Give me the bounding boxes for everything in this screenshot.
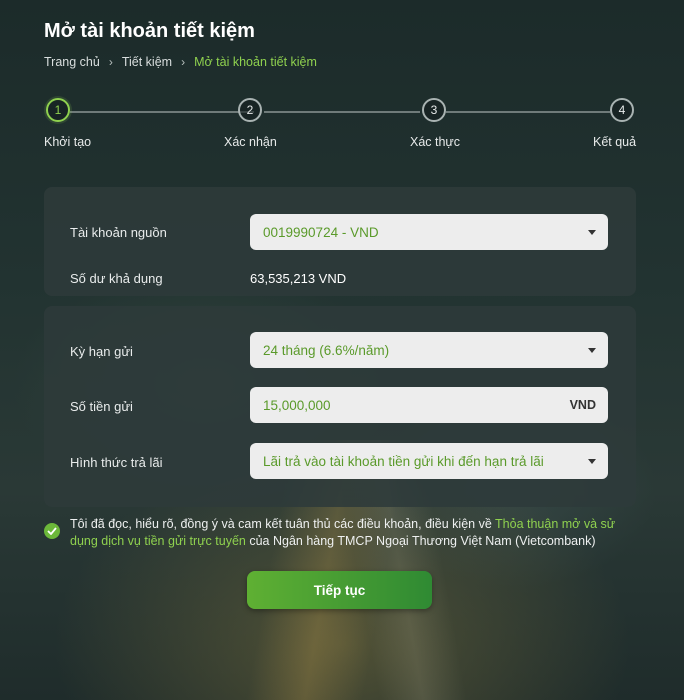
step-2-label: Xác nhận bbox=[224, 135, 277, 149]
step-4-indicator: 4 bbox=[610, 98, 634, 122]
breadcrumb: Trang chủ › Tiết kiệm › Mở tài khoản tiế… bbox=[44, 55, 317, 69]
amount-label: Số tiền gửi bbox=[70, 399, 133, 414]
interest-method-label: Hình thức trả lãi bbox=[70, 455, 163, 470]
step-4-label: Kết quả bbox=[593, 135, 637, 149]
step-1-label: Khởi tạo bbox=[44, 135, 92, 149]
breadcrumb-separator-icon: › bbox=[181, 55, 186, 69]
step-connector bbox=[264, 111, 420, 113]
checkmark-icon bbox=[47, 527, 57, 535]
breadcrumb-current: Mở tài khoản tiết kiệm bbox=[194, 55, 317, 69]
step-connector bbox=[446, 111, 610, 113]
breadcrumb-savings-link[interactable]: Tiết kiệm bbox=[122, 55, 172, 69]
agreement-text: Tôi đã đọc, hiểu rõ, đồng ý và cam kết t… bbox=[70, 516, 636, 550]
agreement-text-before: Tôi đã đọc, hiểu rõ, đồng ý và cam kết t… bbox=[70, 517, 496, 531]
terms-agreement: Tôi đã đọc, hiểu rõ, đồng ý và cam kết t… bbox=[44, 516, 636, 550]
step-3-indicator: 3 bbox=[422, 98, 446, 122]
breadcrumb-separator-icon: › bbox=[108, 55, 113, 69]
continue-button[interactable]: Tiếp tục bbox=[247, 571, 432, 609]
deposit-details-card: Kỳ hạn gửi 24 tháng (6.6%/năm) Số tiền g… bbox=[44, 306, 636, 507]
step-connector bbox=[70, 111, 254, 113]
chevron-down-icon bbox=[588, 229, 596, 235]
term-value: 24 tháng (6.6%/năm) bbox=[263, 342, 390, 358]
amount-value: 15,000,000 bbox=[263, 397, 331, 413]
step-1-indicator: 1 bbox=[46, 98, 70, 122]
breadcrumb-home-link[interactable]: Trang chủ bbox=[44, 55, 100, 69]
source-account-label: Tài khoản nguồn bbox=[70, 225, 167, 240]
available-balance-value: 63,535,213 VND bbox=[250, 271, 347, 286]
interest-method-value: Lãi trả vào tài khoản tiền gửi khi đến h… bbox=[263, 453, 544, 469]
term-select[interactable]: 24 tháng (6.6%/năm) bbox=[250, 332, 608, 368]
amount-input[interactable]: 15,000,000 VND bbox=[250, 387, 608, 423]
step-3-label: Xác thực bbox=[410, 135, 461, 149]
page-title: Mở tài khoản tiết kiệm bbox=[44, 20, 255, 42]
source-account-value: 0019990724 - VND bbox=[263, 224, 379, 240]
term-label: Kỳ hạn gửi bbox=[70, 344, 133, 359]
step-2-indicator: 2 bbox=[238, 98, 262, 122]
agree-checkbox[interactable] bbox=[44, 523, 60, 539]
interest-method-select[interactable]: Lãi trả vào tài khoản tiền gửi khi đến h… bbox=[250, 443, 608, 479]
stepper: 1 2 3 4 Khởi tạo Xác nhận Xác thực Kết q… bbox=[44, 98, 636, 158]
source-account-card: Tài khoản nguồn 0019990724 - VND Số dư k… bbox=[44, 187, 636, 296]
agreement-text-after: của Ngân hàng TMCP Ngoại Thương Việt Nam… bbox=[245, 534, 596, 548]
source-account-select[interactable]: 0019990724 - VND bbox=[250, 214, 608, 250]
chevron-down-icon bbox=[588, 458, 596, 464]
amount-unit: VND bbox=[569, 398, 596, 412]
available-balance-label: Số dư khả dụng bbox=[70, 271, 163, 286]
chevron-down-icon bbox=[588, 347, 596, 353]
